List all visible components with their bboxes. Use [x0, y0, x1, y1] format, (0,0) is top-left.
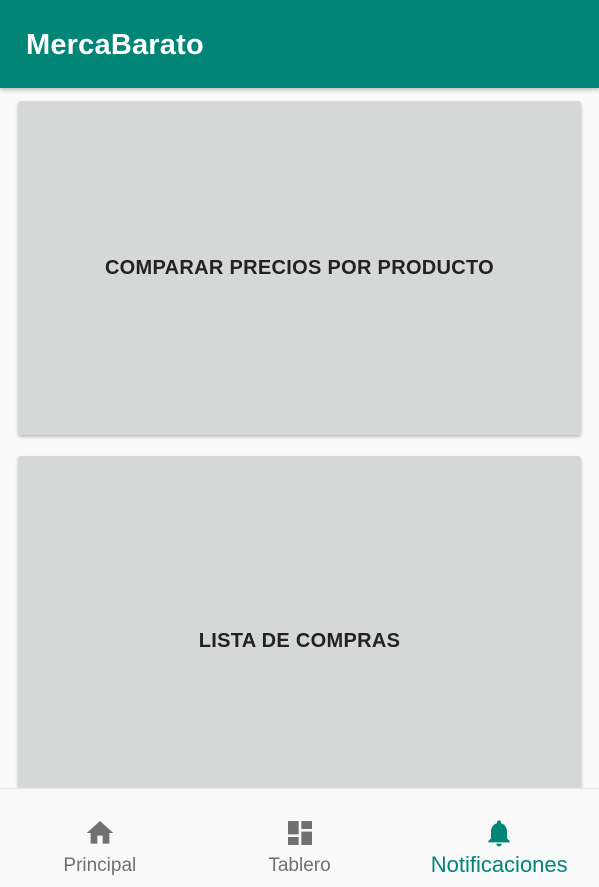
nav-item-notificaciones[interactable]: Notificaciones: [399, 789, 599, 887]
bell-icon: [483, 817, 515, 849]
nav-label-tablero: Tablero: [268, 855, 331, 876]
app-screen: MercaBarato COMPARAR PRECIOS POR PRODUCT…: [0, 0, 599, 887]
shopping-list-button[interactable]: LISTA DE COMPRAS: [18, 456, 581, 788]
dashboard-icon: [284, 817, 316, 849]
app-title: MercaBarato: [26, 29, 204, 61]
nav-item-tablero[interactable]: Tablero: [200, 789, 400, 887]
app-bar: MercaBarato: [0, 0, 599, 88]
main-content: COMPARAR PRECIOS POR PRODUCTO LISTA DE C…: [0, 88, 599, 788]
nav-label-principal: Principal: [63, 855, 137, 876]
home-icon: [84, 817, 116, 849]
compare-prices-button[interactable]: COMPARAR PRECIOS POR PRODUCTO: [18, 101, 581, 435]
nav-label-notificaciones: Notificaciones: [430, 852, 568, 877]
bottom-navigation: Principal Tablero Notificaciones: [0, 788, 599, 887]
nav-item-principal[interactable]: Principal: [0, 789, 200, 887]
